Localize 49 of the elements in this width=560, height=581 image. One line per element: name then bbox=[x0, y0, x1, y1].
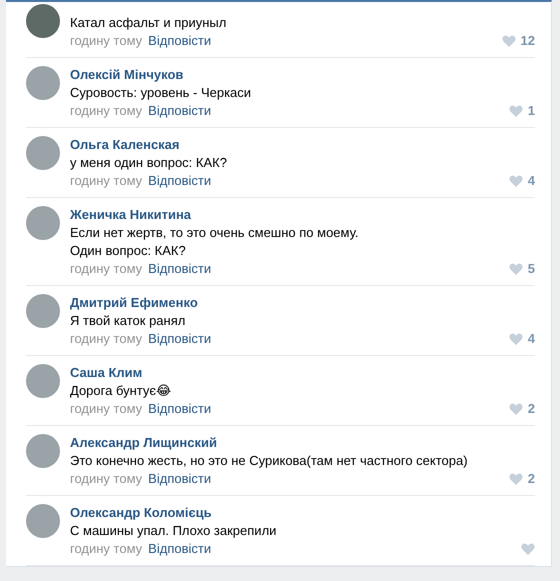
comment-text: С машины упал. Плохо закрепили bbox=[70, 522, 278, 540]
reply-link[interactable]: Відповісти bbox=[148, 470, 212, 488]
comment-text: Это конечно жесть, но это не Сурикова(там нет частного сектора) bbox=[70, 452, 469, 470]
heart-icon bbox=[508, 403, 523, 415]
comment-time: годину тому bbox=[70, 172, 142, 190]
comment-text: у меня один вопрос: КАК? bbox=[70, 154, 228, 172]
comment-text: Если нет жертв, то это очень смешно по моему. bbox=[70, 224, 360, 242]
comment-text: Катал асфальт и приуныл bbox=[70, 14, 228, 32]
heart-icon bbox=[508, 333, 523, 345]
author-link[interactable]: Олексій Мінчуков bbox=[70, 66, 535, 84]
comment-text: Суровость: уровень - Черкаси bbox=[70, 84, 252, 102]
author-link[interactable]: Олександр Коломієць bbox=[70, 504, 535, 522]
author-link[interactable]: Дмитрий Ефименко bbox=[70, 294, 535, 312]
heart-icon bbox=[508, 473, 523, 485]
comment-text: Один вопрос: КАК? bbox=[70, 242, 187, 260]
author-link[interactable]: Женичка Никитина bbox=[70, 206, 535, 224]
reply-link[interactable]: Відповісти bbox=[148, 32, 212, 50]
heart-icon bbox=[521, 543, 535, 555]
heart-icon bbox=[508, 105, 523, 117]
avatar-photo-placeholder bbox=[26, 434, 60, 468]
avatar-photo-placeholder bbox=[26, 66, 60, 100]
reply-link[interactable]: Відповісти bbox=[148, 102, 212, 120]
avatar-photo-placeholder bbox=[26, 4, 60, 38]
avatar-photo-placeholder bbox=[26, 504, 60, 538]
reply-link[interactable]: Відповісти bbox=[148, 540, 212, 558]
comment-time: годину тому bbox=[70, 470, 142, 488]
reply-link[interactable]: Відповісти bbox=[148, 260, 212, 278]
like-button[interactable] bbox=[521, 543, 535, 555]
avatar-photo-placeholder bbox=[26, 136, 60, 170]
reply-link[interactable]: Відповісти bbox=[148, 400, 212, 418]
comment-time: годину тому bbox=[70, 102, 142, 120]
comment-text: Я твой каток ранял bbox=[70, 312, 186, 330]
comment-time: годину тому bbox=[70, 540, 142, 558]
comment-time: годину тому bbox=[70, 260, 142, 278]
avatar-photo-placeholder bbox=[26, 364, 60, 398]
heart-icon bbox=[502, 35, 516, 47]
comment-time: годину тому bbox=[70, 32, 142, 50]
reply-link[interactable]: Відповісти bbox=[148, 330, 212, 348]
avatar-photo-placeholder bbox=[26, 206, 60, 240]
author-link[interactable]: Ольга Каленская bbox=[70, 136, 535, 154]
author-link[interactable]: Саша Клим bbox=[70, 364, 535, 382]
reply-link[interactable]: Відповісти bbox=[148, 172, 212, 190]
heart-icon bbox=[508, 263, 523, 275]
comment-time: годину тому bbox=[70, 330, 142, 348]
avatar-photo-placeholder bbox=[26, 294, 60, 328]
comment-time: годину тому bbox=[70, 400, 142, 418]
comment-text: Дорога бунтує😂 bbox=[70, 382, 172, 400]
heart-icon bbox=[508, 175, 523, 187]
author-link[interactable]: Александр Лищинский bbox=[70, 434, 535, 452]
